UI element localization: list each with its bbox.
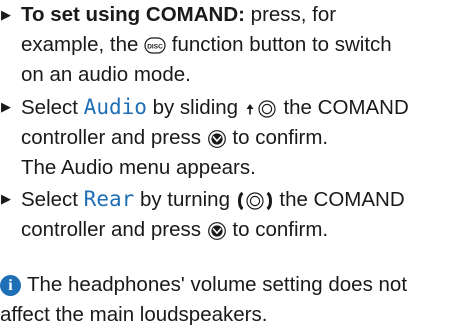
info-note-line-1: The headphones' volume setting does not xyxy=(27,273,408,296)
instruction-step-1: ▶ To set using COMAND: press, for exampl… xyxy=(0,0,463,90)
step-2-line-3: The Audio menu appears. xyxy=(21,156,256,179)
info-note: i The headphones' volume setting does no… xyxy=(0,270,463,330)
instruction-step-3: ▶ Select Rear by turning the COMAND cont… xyxy=(0,184,463,245)
disc-button-icon: DISC xyxy=(144,37,166,54)
press-confirm-icon xyxy=(207,129,226,148)
bullet-arrow-icon: ▶ xyxy=(1,191,11,206)
step-2-line-1: Select Audio by sliding the COMAND xyxy=(21,95,409,119)
step-3-line-2: controller and press to confirm. xyxy=(21,218,329,241)
step-1-lead: To set using COMAND: xyxy=(21,3,245,26)
step-1-line-1: To set using COMAND: press, for xyxy=(21,3,337,26)
instruction-page: ▶ To set using COMAND: press, for exampl… xyxy=(0,0,463,336)
info-note-line-2: affect the main loudspeakers. xyxy=(0,303,268,326)
instruction-step-2: ▶ Select Audio by sliding the COMAND con… xyxy=(0,92,463,183)
step-1-line-3: on an audio mode. xyxy=(21,63,191,86)
step-2-line-2: controller and press to confirm. xyxy=(21,126,329,149)
disc-button-label: DISC xyxy=(147,43,163,50)
bullet-arrow-icon: ▶ xyxy=(1,99,11,114)
step-3-line-1: Select Rear by turning the COMAND xyxy=(21,187,405,211)
menu-item-rear: Rear xyxy=(83,187,135,211)
turn-controller-icon xyxy=(237,191,272,210)
slide-up-controller-icon xyxy=(246,99,276,118)
menu-item-audio: Audio xyxy=(83,95,147,119)
bullet-arrow-icon: ▶ xyxy=(1,7,11,22)
press-confirm-icon xyxy=(207,221,226,240)
step-1-line-2: example, the DISC function button to swi… xyxy=(21,33,392,56)
info-icon: i xyxy=(0,275,21,296)
info-icon-glyph: i xyxy=(8,277,13,294)
